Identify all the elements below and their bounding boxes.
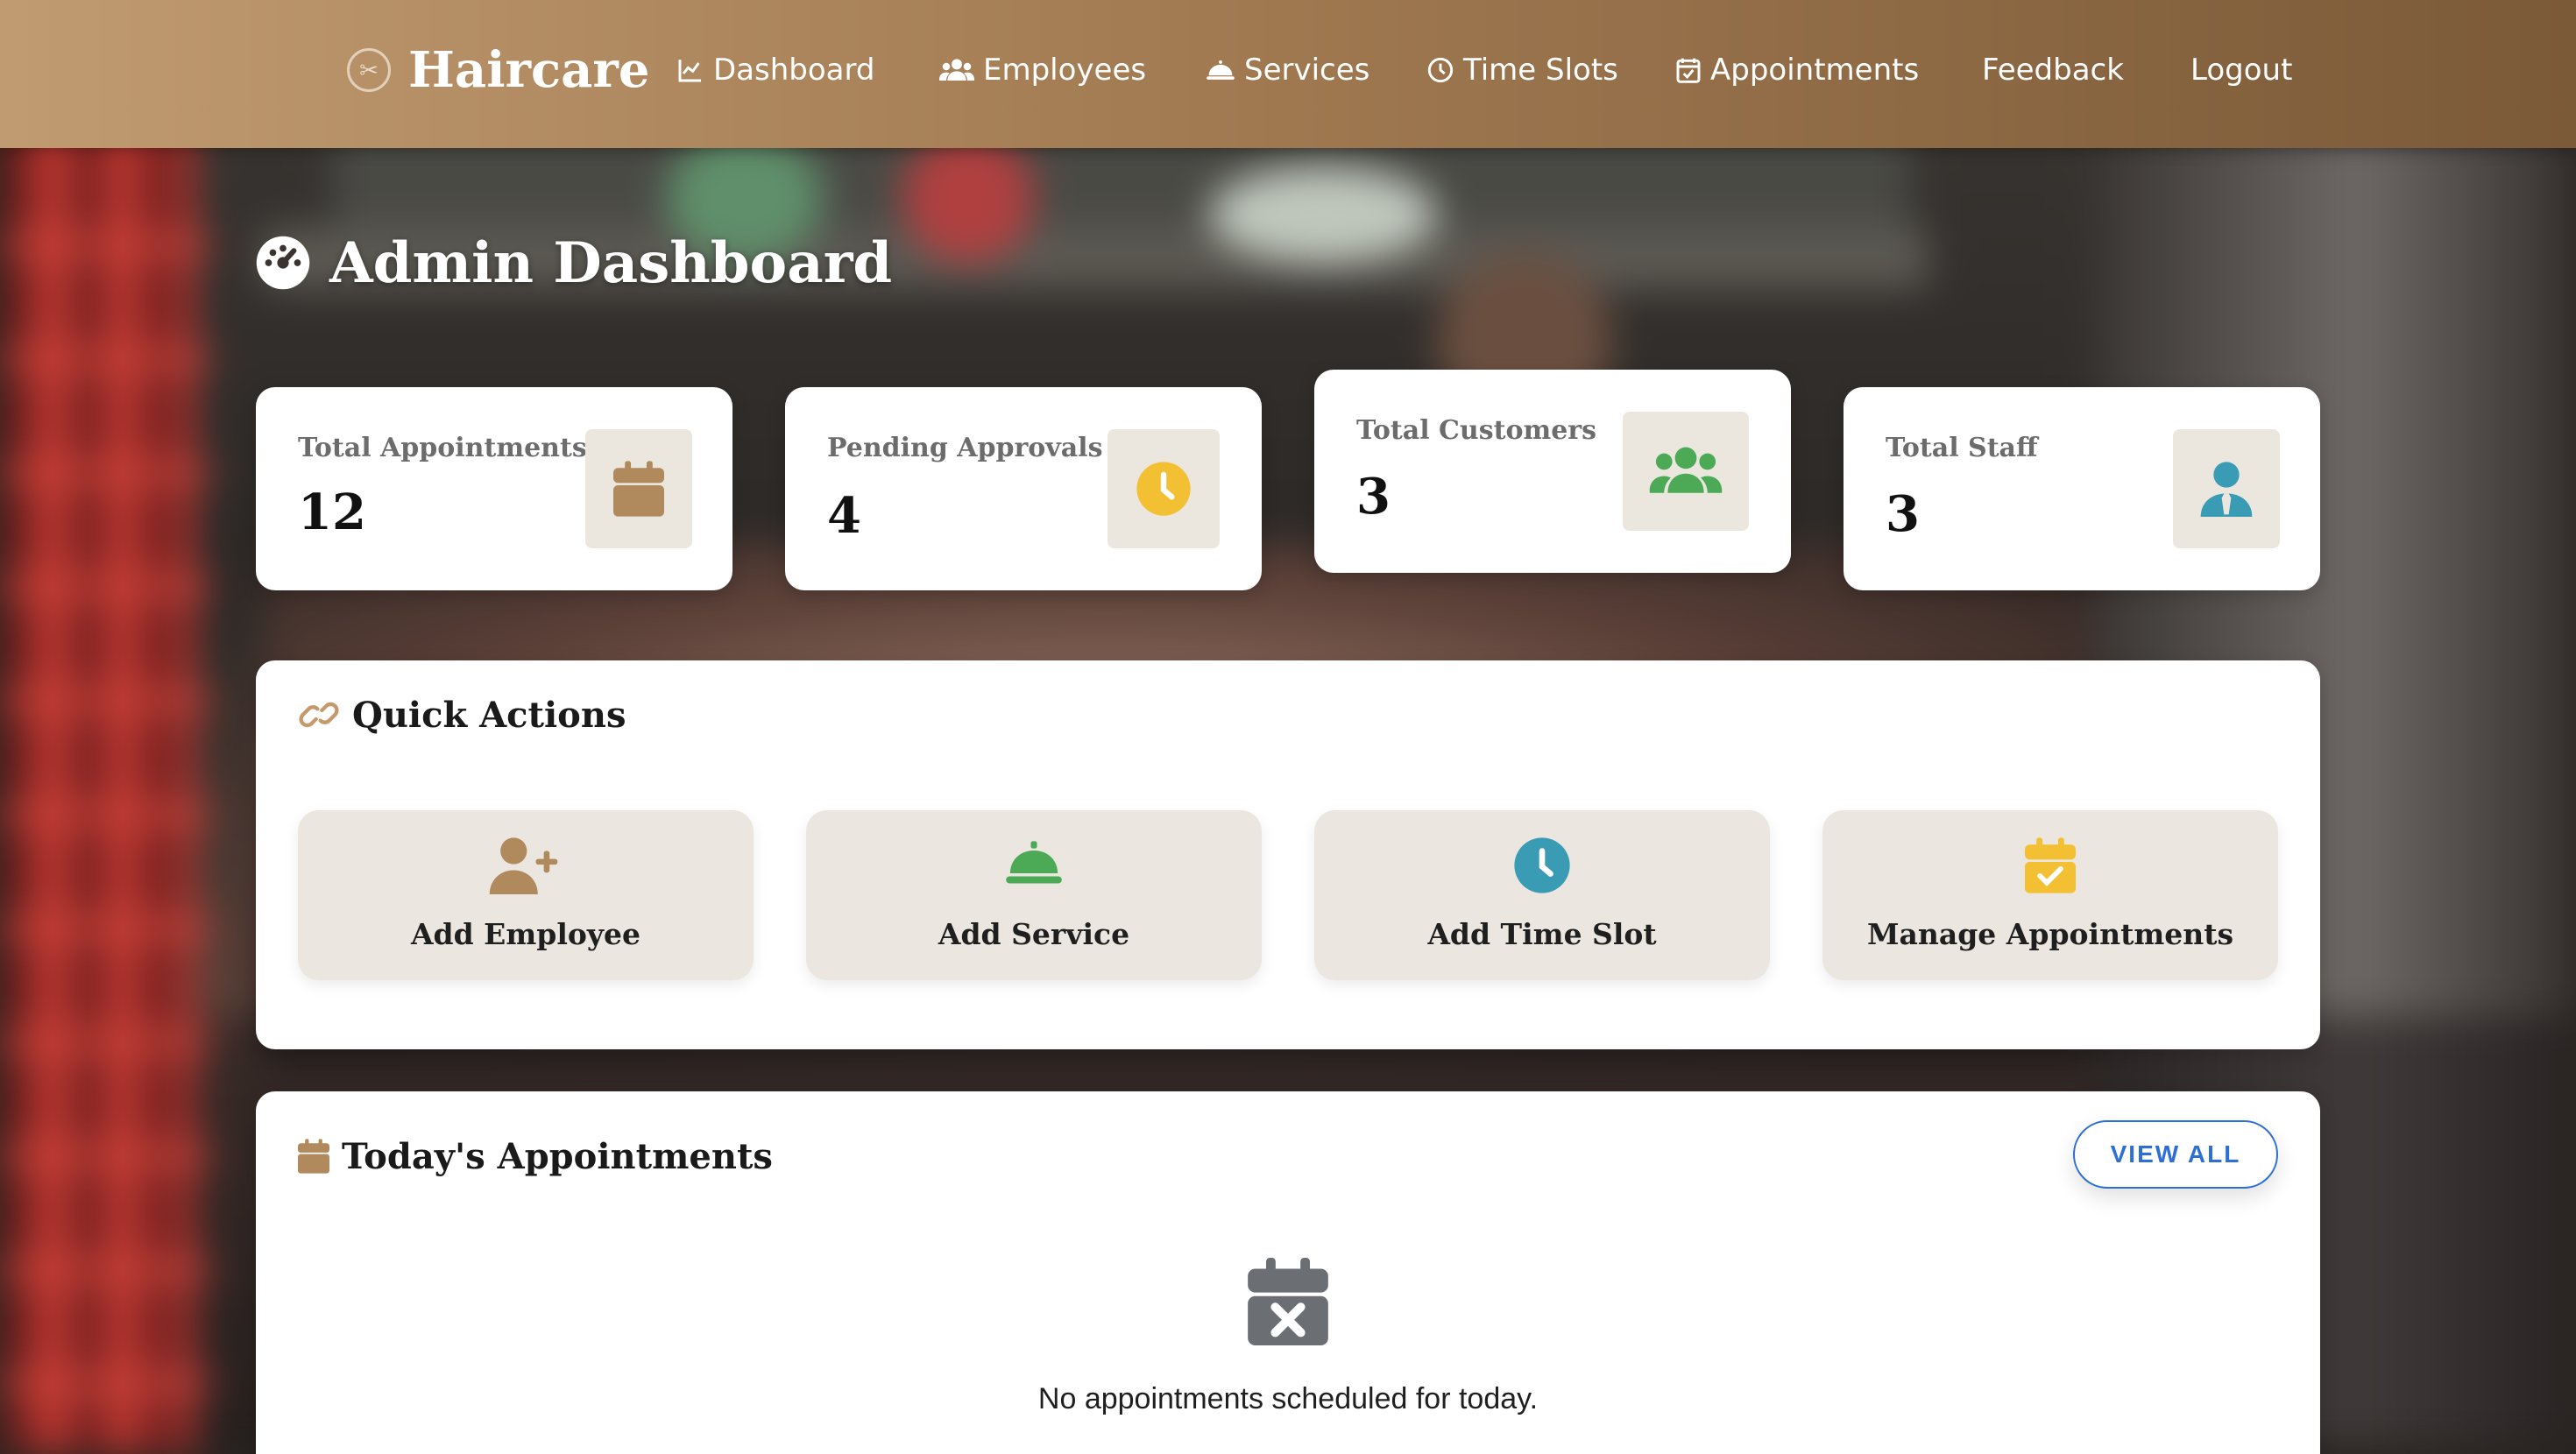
empty-state-text: No appointments scheduled for today. <box>1037 1382 1539 1415</box>
manage-appointments-label: Manage Appointments <box>1866 917 2234 951</box>
stat-icon-box <box>2173 429 2280 548</box>
clock-icon <box>1514 837 1570 893</box>
nav-dashboard[interactable]: Dashboard <box>676 46 874 95</box>
chart-line-icon <box>678 60 701 82</box>
stat-icon-box <box>1108 429 1220 548</box>
add-service-label: Add Service <box>938 917 1130 951</box>
user-tie-icon <box>2200 462 2253 517</box>
view-all-button[interactable]: VIEW ALL <box>2073 1120 2278 1189</box>
nav-time-slots-label: Time Slots <box>1463 53 1618 88</box>
calendar-x-icon <box>1248 1258 1328 1345</box>
stat-card-pending-approvals: Pending Approvals 4 <box>785 387 1262 590</box>
add-service-button[interactable]: Add Service <box>806 810 1262 980</box>
top-navbar: ✂ Haircare Dashboard Employees Services … <box>0 0 2576 148</box>
nav-appointments[interactable]: Appointments <box>1675 46 1919 95</box>
empty-state-icon-wrap <box>1246 1258 1330 1350</box>
nav-logout[interactable]: Logout <box>2190 46 2292 95</box>
todays-appointments-title: Today's Appointments <box>298 1130 773 1182</box>
calendar-icon <box>613 461 664 517</box>
clock-icon <box>1427 57 1454 83</box>
link-icon <box>299 702 339 728</box>
users-icon <box>1649 447 1723 493</box>
calendar-check-icon <box>2025 837 2076 893</box>
stat-value: 12 <box>298 483 366 541</box>
stat-value: 3 <box>1886 485 1920 543</box>
calendar-icon <box>298 1139 329 1174</box>
quick-actions-title-text: Quick Actions <box>352 694 626 736</box>
stat-label: Total Staff <box>1886 433 2038 463</box>
stat-icon-box <box>1623 412 1749 531</box>
quick-actions-title: Quick Actions <box>298 688 626 741</box>
nav-services-label: Services <box>1244 53 1370 88</box>
clock-icon <box>1136 462 1191 516</box>
nav-logout-label: Logout <box>2190 53 2293 88</box>
stat-label: Total Appointments <box>298 433 587 463</box>
nav-feedback[interactable]: Feedback <box>1982 46 2124 95</box>
scissors-logo-icon: ✂ <box>347 48 391 92</box>
users-icon <box>939 59 974 81</box>
stat-label: Total Customers <box>1356 415 1596 446</box>
nav-employees[interactable]: Employees <box>939 46 1146 95</box>
user-plus-icon <box>489 837 558 894</box>
page-title: Admin Dashboard <box>254 226 892 300</box>
nav-dashboard-label: Dashboard <box>713 53 875 88</box>
nav-feedback-label: Feedback <box>1982 53 2124 88</box>
nav-appointments-label: Appointments <box>1710 53 1920 88</box>
todays-appointments-title-text: Today's Appointments <box>342 1135 773 1177</box>
stat-icon-box <box>585 429 692 548</box>
calendar-check-icon <box>1676 58 1701 83</box>
stat-label: Pending Approvals <box>827 433 1103 463</box>
stat-card-total-staff: Total Staff 3 <box>1844 387 2320 590</box>
brand-link[interactable]: ✂ Haircare <box>347 35 650 105</box>
gauge-icon <box>256 236 310 290</box>
stat-card-total-appointments: Total Appointments 12 <box>256 387 732 590</box>
nav-services[interactable]: Services <box>1206 46 1369 95</box>
stat-value: 4 <box>827 487 861 545</box>
service-bell-icon <box>1006 841 1062 884</box>
add-employee-button[interactable]: Add Employee <box>298 810 754 980</box>
add-employee-label: Add Employee <box>410 917 641 951</box>
nav-time-slots[interactable]: Time Slots <box>1426 46 1618 95</box>
manage-appointments-button[interactable]: Manage Appointments <box>1822 810 2278 980</box>
nav-employees-label: Employees <box>983 53 1147 88</box>
add-time-slot-button[interactable]: Add Time Slot <box>1314 810 1770 980</box>
add-time-slot-label: Add Time Slot <box>1427 917 1657 951</box>
stat-value: 3 <box>1356 468 1391 526</box>
stat-card-total-customers: Total Customers 3 <box>1314 370 1791 573</box>
service-bell-icon <box>1207 60 1235 80</box>
page-title-text: Admin Dashboard <box>329 229 893 296</box>
brand-name: Haircare <box>408 41 650 99</box>
